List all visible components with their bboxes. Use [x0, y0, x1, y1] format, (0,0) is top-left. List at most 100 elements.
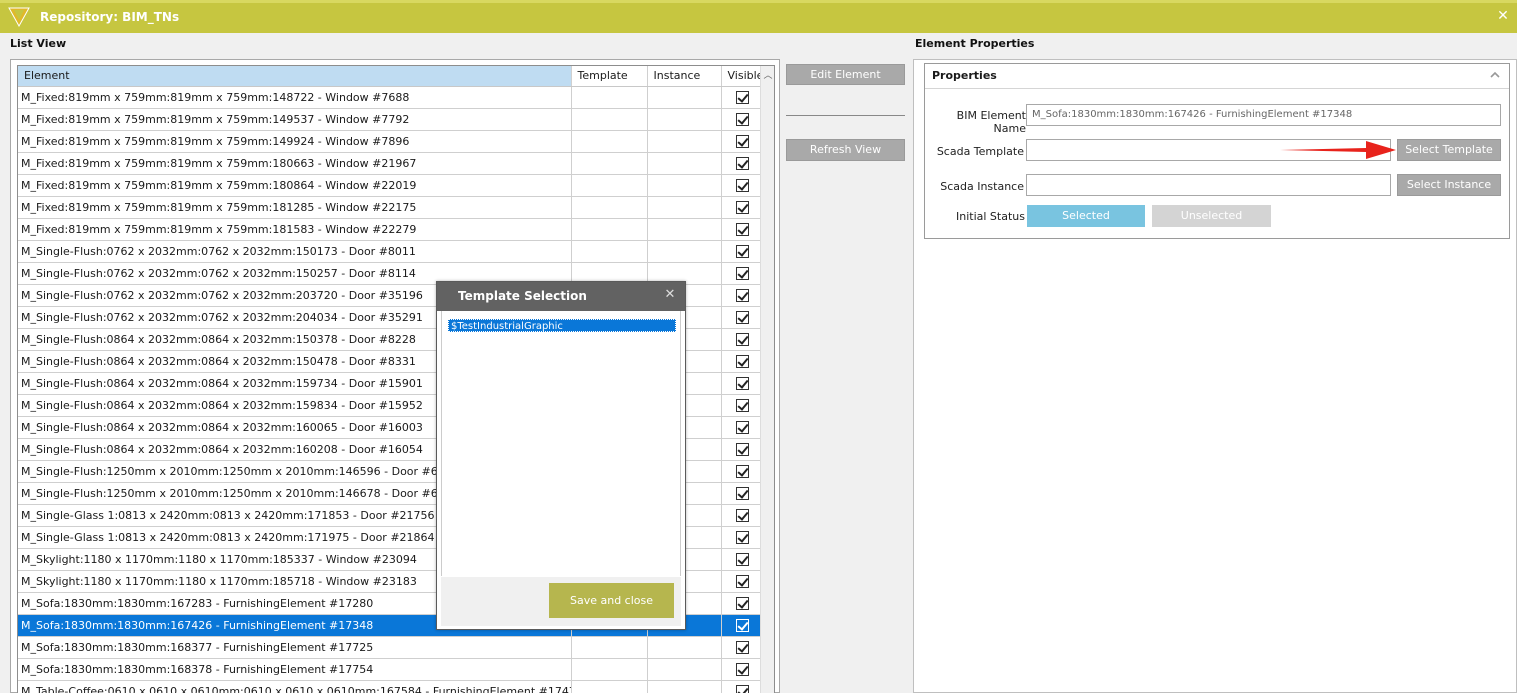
template-cell[interactable] — [571, 240, 648, 263]
visible-checkbox[interactable] — [735, 134, 749, 148]
visible-checkbox[interactable] — [735, 596, 749, 610]
template-cell[interactable] — [571, 152, 648, 175]
element-cell[interactable]: M_Fixed:819mm x 759mm:819mm x 759mm:1806… — [18, 152, 572, 175]
template-cell[interactable] — [571, 130, 648, 153]
visible-cell — [721, 658, 764, 681]
status-unselected-button[interactable]: Unselected — [1152, 205, 1271, 227]
element-cell[interactable]: M_Sofa:1830mm:1830mm:168377 - Furnishing… — [18, 636, 572, 659]
visible-checkbox[interactable] — [735, 618, 749, 632]
column-header-template[interactable]: Template — [571, 66, 648, 87]
instance-cell[interactable] — [647, 658, 722, 681]
visible-checkbox[interactable] — [735, 288, 749, 302]
visible-cell — [721, 636, 764, 659]
instance-cell[interactable] — [647, 130, 722, 153]
visible-checkbox[interactable] — [735, 640, 749, 654]
element-cell[interactable]: M_Fixed:819mm x 759mm:819mm x 759mm:1815… — [18, 218, 572, 241]
visible-checkbox[interactable] — [735, 508, 749, 522]
element-cell[interactable]: M_Fixed:819mm x 759mm:819mm x 759mm:1812… — [18, 196, 572, 219]
template-cell[interactable] — [571, 658, 648, 681]
table-row[interactable]: M_Table-Coffee:0610 x 0610 x 0610mm:0610… — [18, 680, 764, 693]
visible-checkbox[interactable] — [735, 398, 749, 412]
element-cell[interactable]: M_Single-Flush:0762 x 2032mm:0762 x 2032… — [18, 240, 572, 263]
visible-cell — [721, 372, 764, 395]
visible-checkbox[interactable] — [735, 486, 749, 500]
visible-checkbox[interactable] — [735, 156, 749, 170]
visible-checkbox[interactable] — [735, 376, 749, 390]
visible-checkbox[interactable] — [735, 222, 749, 236]
column-header-visible[interactable]: Visible — [721, 66, 764, 87]
instance-cell[interactable] — [647, 196, 722, 219]
visible-checkbox[interactable] — [735, 244, 749, 258]
properties-header[interactable]: Properties — [925, 64, 1509, 89]
instance-cell[interactable] — [647, 152, 722, 175]
element-properties-label: Element Properties — [915, 37, 1035, 50]
visible-checkbox[interactable] — [735, 442, 749, 456]
table-row[interactable]: M_Fixed:819mm x 759mm:819mm x 759mm:1815… — [18, 218, 764, 241]
template-cell[interactable] — [571, 680, 648, 693]
red-arrow-icon — [1280, 141, 1396, 159]
table-row[interactable]: M_Sofa:1830mm:1830mm:168378 - Furnishing… — [18, 658, 764, 681]
select-instance-button[interactable]: Select Instance — [1397, 174, 1501, 196]
table-row[interactable]: M_Fixed:819mm x 759mm:819mm x 759mm:1808… — [18, 174, 764, 197]
template-option[interactable]: $TestIndustrialGraphic — [448, 319, 676, 332]
visible-checkbox[interactable] — [735, 112, 749, 126]
template-cell[interactable] — [571, 636, 648, 659]
instance-cell[interactable] — [647, 680, 722, 693]
visible-cell — [721, 262, 764, 285]
element-cell[interactable]: M_Sofa:1830mm:1830mm:168378 - Furnishing… — [18, 658, 572, 681]
visible-checkbox[interactable] — [735, 464, 749, 478]
visible-checkbox[interactable] — [735, 178, 749, 192]
scroll-up-icon[interactable]: ︿ — [763, 72, 773, 81]
visible-checkbox[interactable] — [735, 420, 749, 434]
table-row[interactable]: M_Sofa:1830mm:1830mm:168377 - Furnishing… — [18, 636, 764, 659]
edit-element-button[interactable]: Edit Element — [786, 64, 905, 85]
column-header-instance[interactable]: Instance — [647, 66, 722, 87]
instance-cell[interactable] — [647, 108, 722, 131]
instance-cell[interactable] — [647, 636, 722, 659]
column-header-element[interactable]: Element — [18, 66, 572, 87]
instance-cell[interactable] — [647, 86, 722, 109]
table-row[interactable]: M_Fixed:819mm x 759mm:819mm x 759mm:1495… — [18, 108, 764, 131]
divider — [786, 115, 905, 116]
table-row[interactable]: M_Fixed:819mm x 759mm:819mm x 759mm:1487… — [18, 86, 764, 109]
select-template-button[interactable]: Select Template — [1397, 139, 1501, 161]
instance-cell[interactable] — [647, 174, 722, 197]
visible-checkbox[interactable] — [735, 332, 749, 346]
visible-checkbox[interactable] — [735, 310, 749, 324]
status-selected-button[interactable]: Selected — [1027, 205, 1145, 227]
instance-cell[interactable] — [647, 218, 722, 241]
table-row[interactable]: M_Fixed:819mm x 759mm:819mm x 759mm:1806… — [18, 152, 764, 175]
table-row[interactable]: M_Single-Flush:0762 x 2032mm:0762 x 2032… — [18, 240, 764, 263]
vertical-scrollbar[interactable]: ︿ — [760, 66, 774, 693]
table-row[interactable]: M_Fixed:819mm x 759mm:819mm x 759mm:1812… — [18, 196, 764, 219]
element-cell[interactable]: M_Table-Coffee:0610 x 0610 x 0610mm:0610… — [18, 680, 572, 693]
element-cell[interactable]: M_Fixed:819mm x 759mm:819mm x 759mm:1495… — [18, 108, 572, 131]
bim-element-name-field[interactable]: M_Sofa:1830mm:1830mm:167426 - Furnishing… — [1026, 104, 1501, 126]
template-cell[interactable] — [571, 86, 648, 109]
element-cell[interactable]: M_Fixed:819mm x 759mm:819mm x 759mm:1499… — [18, 130, 572, 153]
template-cell[interactable] — [571, 196, 648, 219]
template-listbox[interactable]: $TestIndustrialGraphic — [441, 311, 681, 576]
dialog-close-icon[interactable]: ✕ — [663, 288, 677, 302]
template-cell[interactable] — [571, 218, 648, 241]
table-row[interactable]: M_Fixed:819mm x 759mm:819mm x 759mm:1499… — [18, 130, 764, 153]
visible-checkbox[interactable] — [735, 90, 749, 104]
element-cell[interactable]: M_Fixed:819mm x 759mm:819mm x 759mm:1487… — [18, 86, 572, 109]
save-and-close-button[interactable]: Save and close — [549, 583, 674, 618]
template-cell[interactable] — [571, 174, 648, 197]
visible-checkbox[interactable] — [735, 684, 749, 693]
visible-checkbox[interactable] — [735, 662, 749, 676]
visible-checkbox[interactable] — [735, 574, 749, 588]
visible-checkbox[interactable] — [735, 552, 749, 566]
collapse-chevron-up-icon[interactable] — [1489, 70, 1501, 80]
scada-instance-field[interactable] — [1026, 174, 1391, 196]
close-icon[interactable]: ✕ — [1495, 8, 1511, 24]
instance-cell[interactable] — [647, 240, 722, 263]
visible-checkbox[interactable] — [735, 266, 749, 280]
template-cell[interactable] — [571, 108, 648, 131]
visible-checkbox[interactable] — [735, 200, 749, 214]
element-cell[interactable]: M_Fixed:819mm x 759mm:819mm x 759mm:1808… — [18, 174, 572, 197]
visible-checkbox[interactable] — [735, 354, 749, 368]
refresh-view-button[interactable]: Refresh View — [786, 139, 905, 161]
visible-checkbox[interactable] — [735, 530, 749, 544]
